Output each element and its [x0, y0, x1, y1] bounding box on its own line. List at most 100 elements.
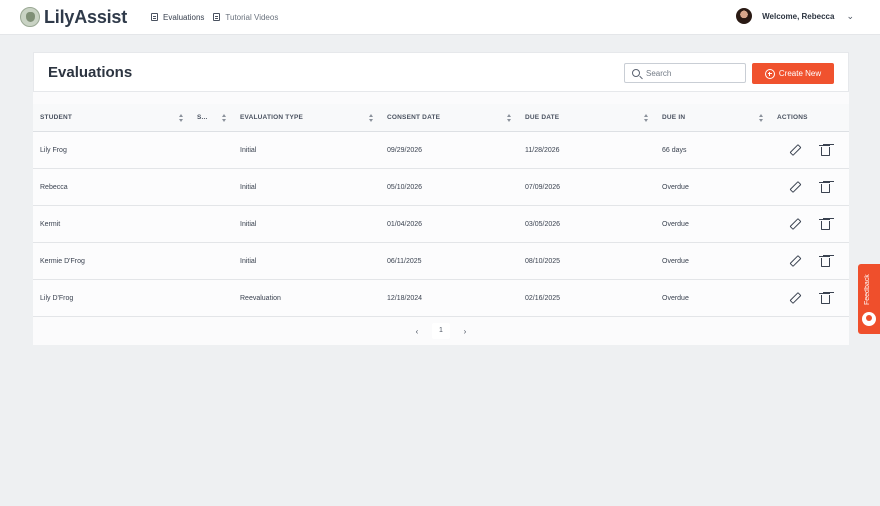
- nav-tutorial-videos-label: Tutorial Videos: [225, 12, 279, 22]
- cell-consent-date: 01/04/2026: [387, 220, 423, 228]
- next-page-button[interactable]: ›: [456, 327, 474, 336]
- top-navbar: LilyAssist Evaluations Tutorial Videos W…: [0, 0, 880, 35]
- create-new-button[interactable]: Create New: [752, 63, 834, 84]
- welcome-text: Welcome, Rebecca: [762, 11, 835, 21]
- table-row[interactable]: Rebecca Initial 05/10/2026 07/09/2026 Ov…: [33, 169, 849, 206]
- column-header-s[interactable]: S...: [190, 104, 233, 131]
- table-row[interactable]: Kermit Initial 01/04/2026 03/05/2026 Ove…: [33, 206, 849, 243]
- cell-student: Rebecca: [40, 183, 68, 191]
- cell-s: [190, 169, 233, 205]
- cell-actions: [770, 169, 849, 205]
- cell-actions: [770, 206, 849, 242]
- cell-student: Lily D'Frog: [40, 294, 74, 302]
- plus-circle-icon: [764, 68, 775, 79]
- cell-actions: [770, 132, 849, 168]
- trash-icon[interactable]: [819, 181, 831, 193]
- cell-consent-date: 12/18/2024: [387, 294, 423, 302]
- sort-icon[interactable]: [507, 114, 512, 122]
- sort-icon[interactable]: [369, 114, 374, 122]
- pagination: ‹ 1 ›: [33, 322, 849, 340]
- create-new-label: Create New: [778, 69, 822, 78]
- trash-icon[interactable]: [819, 218, 831, 230]
- avatar: [736, 8, 753, 24]
- feedback-label: Feedback: [864, 274, 871, 306]
- column-header-label: STUDENT: [40, 114, 73, 121]
- cell-evaluation-type: Initial: [240, 146, 257, 154]
- chevron-down-icon[interactable]: ⌄: [846, 11, 854, 22]
- search-box[interactable]: [624, 63, 746, 83]
- document-icon: [213, 13, 221, 21]
- cell-consent-date: 09/29/2026: [387, 146, 423, 154]
- sort-icon[interactable]: [644, 114, 649, 122]
- column-header-actions: ACTIONS: [770, 104, 849, 131]
- cell-actions: [770, 280, 849, 316]
- lily-logo-icon: [20, 7, 40, 27]
- edit-icon[interactable]: [789, 292, 801, 304]
- cell-consent-date: 06/11/2025: [387, 257, 422, 265]
- cell-s: [190, 132, 233, 168]
- search-input[interactable]: [646, 68, 741, 78]
- brand-name: LilyAssist: [44, 6, 128, 27]
- edit-icon[interactable]: [789, 181, 801, 193]
- page-title: Evaluations: [48, 63, 133, 81]
- column-header-label: EVALUATION TYPE: [240, 114, 304, 121]
- cell-s: [190, 280, 233, 316]
- column-header-due-in[interactable]: DUE IN: [655, 104, 770, 131]
- column-header-label: ACTIONS: [777, 114, 808, 121]
- column-header-evaluation-type[interactable]: EVALUATION TYPE: [233, 104, 380, 131]
- evaluations-table: STUDENT S... EVALUATION TYPE CONSENT DAT…: [33, 104, 849, 317]
- cell-evaluation-type: Initial: [240, 183, 257, 191]
- brand[interactable]: LilyAssist: [20, 7, 127, 28]
- main-nav: Evaluations Tutorial Videos: [151, 13, 287, 22]
- sort-icon[interactable]: [222, 114, 227, 122]
- trash-icon[interactable]: [819, 255, 831, 267]
- column-header-student[interactable]: STUDENT: [33, 104, 190, 131]
- cell-evaluation-type: Initial: [240, 257, 257, 265]
- table-row[interactable]: Lily Frog Initial 09/29/2026 11/28/2026 …: [33, 132, 849, 169]
- cell-student: Kermit: [40, 220, 61, 228]
- column-header-label: DUE IN: [662, 114, 686, 121]
- table-header: STUDENT S... EVALUATION TYPE CONSENT DAT…: [33, 104, 849, 132]
- nav-evaluations[interactable]: Evaluations: [151, 13, 204, 22]
- cell-consent-date: 05/10/2026: [387, 183, 423, 191]
- cell-due-date: 11/28/2026: [525, 146, 560, 154]
- cell-due-in: Overdue: [662, 257, 689, 265]
- edit-icon[interactable]: [789, 218, 801, 230]
- table-row[interactable]: Kermie D'Frog Initial 06/11/2025 08/10/2…: [33, 243, 849, 280]
- cell-evaluation-type: Reevaluation: [240, 294, 281, 302]
- sort-icon[interactable]: [759, 114, 764, 122]
- cell-actions: [770, 243, 849, 279]
- search-icon: [632, 69, 640, 77]
- sort-icon[interactable]: [179, 114, 184, 122]
- column-header-due-date[interactable]: DUE DATE: [518, 104, 655, 131]
- cell-due-in: Overdue: [662, 220, 689, 228]
- cell-due-date: 07/09/2026: [525, 183, 561, 191]
- cell-s: [190, 206, 233, 242]
- evaluations-card: Evaluations Create New STUDENT S... EVAL…: [33, 52, 849, 345]
- cell-evaluation-type: Initial: [240, 220, 257, 228]
- cell-due-date: 08/10/2025: [525, 257, 561, 265]
- feedback-avatar-icon: [862, 312, 876, 326]
- nav-tutorial-videos[interactable]: Tutorial Videos: [213, 13, 278, 22]
- column-header-label: CONSENT DATE: [387, 114, 441, 121]
- cell-student: Lily Frog: [40, 146, 67, 154]
- column-header-label: S...: [197, 114, 208, 121]
- edit-icon[interactable]: [789, 144, 801, 156]
- page-1-button[interactable]: 1: [432, 323, 450, 339]
- column-header-consent-date[interactable]: CONSENT DATE: [380, 104, 518, 131]
- trash-icon[interactable]: [819, 292, 831, 304]
- cell-due-date: 03/05/2026: [525, 220, 561, 228]
- cell-s: [190, 243, 233, 279]
- document-icon: [151, 13, 159, 21]
- prev-page-button[interactable]: ‹: [408, 327, 426, 336]
- cell-due-in: 66 days: [662, 146, 687, 154]
- trash-icon[interactable]: [819, 144, 831, 156]
- user-menu[interactable]: Welcome, Rebecca ⌄: [736, 8, 854, 24]
- card-header: Evaluations Create New: [33, 52, 849, 92]
- edit-icon[interactable]: [789, 255, 801, 267]
- nav-evaluations-label: Evaluations: [163, 12, 205, 22]
- cell-student: Kermie D'Frog: [40, 257, 85, 265]
- cell-due-date: 02/16/2025: [525, 294, 561, 302]
- table-row[interactable]: Lily D'Frog Reevaluation 12/18/2024 02/1…: [33, 280, 849, 317]
- feedback-tab[interactable]: Feedback: [858, 264, 880, 334]
